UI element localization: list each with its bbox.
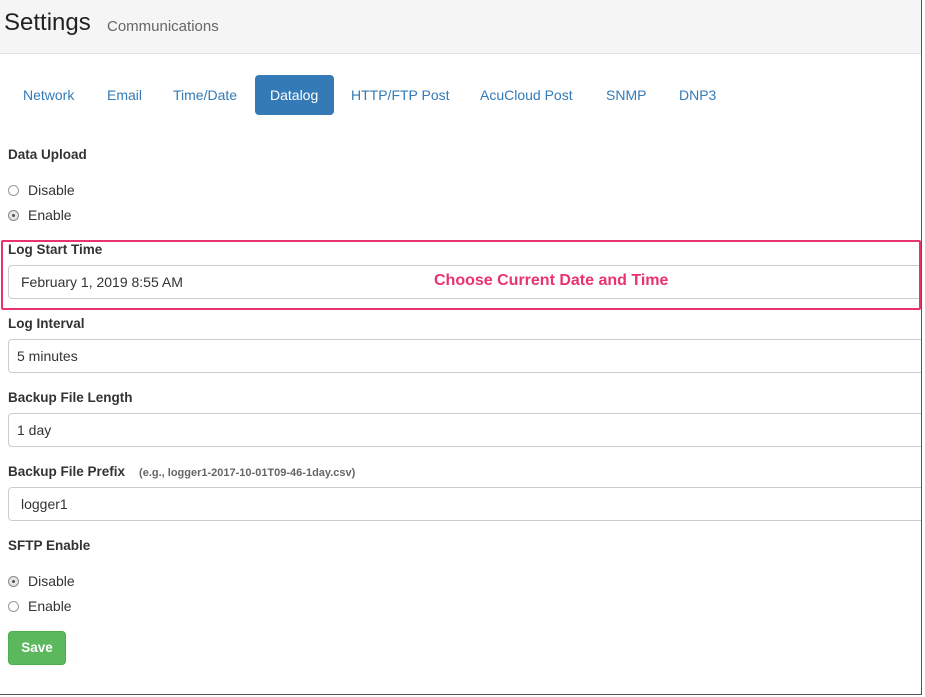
backup-file-prefix-input[interactable]: logger1	[8, 487, 921, 521]
backup-file-length-select[interactable]: 1 day	[8, 413, 921, 447]
backup-file-prefix-label-text: Backup File Prefix	[8, 464, 126, 479]
data-upload-label: Data Upload	[8, 147, 87, 162]
page-subtitle: Communications	[107, 18, 219, 35]
backup-file-prefix-hint: (e.g., logger1-2017-10-01T09-46-1day.csv…	[139, 467, 356, 479]
tab-datalog[interactable]: Datalog	[255, 75, 334, 115]
radio-circle-checked[interactable]	[8, 576, 19, 587]
tab-time-date[interactable]: Time/Date	[158, 75, 252, 115]
tab-dnp3[interactable]: DNP3	[664, 75, 731, 115]
radio-circle-checked[interactable]	[8, 210, 19, 221]
annotation-callout: Choose Current Date and Time	[434, 272, 669, 289]
tab-acucloud-post[interactable]: AcuCloud Post	[465, 75, 588, 115]
radio-label: Enable	[28, 598, 72, 614]
radio-label: Disable	[28, 573, 75, 589]
log-interval-value: 5 minutes	[17, 348, 78, 364]
tab-http-ftp-post[interactable]: HTTP/FTP Post	[336, 75, 465, 115]
log-interval-label: Log Interval	[8, 316, 85, 331]
tab-email[interactable]: Email	[92, 75, 157, 115]
radio-label: Enable	[28, 207, 72, 223]
backup-file-length-value: 1 day	[17, 422, 52, 438]
settings-window: Settings Communications Network Email Ti…	[0, 0, 922, 695]
radio-label: Disable	[28, 182, 75, 198]
page-header: Settings Communications	[0, 0, 921, 54]
backup-file-prefix-value: logger1	[21, 496, 68, 512]
sftp-enable-label: SFTP Enable	[8, 538, 91, 553]
log-interval-select[interactable]: 5 minutes	[8, 339, 921, 373]
radio-circle[interactable]	[8, 185, 19, 196]
backup-file-length-label: Backup File Length	[8, 390, 133, 405]
radio-circle[interactable]	[8, 601, 19, 612]
save-button[interactable]: Save	[8, 631, 66, 665]
tab-network[interactable]: Network	[8, 75, 89, 115]
backup-file-prefix-label: Backup File Prefix (e.g., logger1-2017-10…	[8, 464, 355, 479]
tab-snmp[interactable]: SNMP	[591, 75, 661, 115]
page-title: Settings	[4, 9, 91, 36]
